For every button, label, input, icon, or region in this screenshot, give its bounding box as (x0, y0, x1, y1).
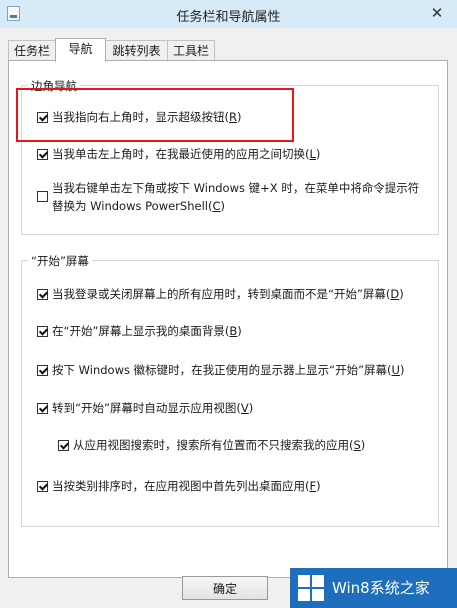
dialog-body: 任务栏 导航 跳转列表 工具栏 边角导航 “开始”屏幕 当我指向右上角时，显示超… (0, 28, 457, 608)
checkbox-search-everywhere[interactable] (58, 440, 69, 451)
checkbox-start-on-current-display[interactable] (37, 365, 48, 376)
tab-taskbar[interactable]: 任务栏 (8, 40, 56, 61)
label-show-apps-view: 转到“开始”屏幕时自动显示应用视图(V) (52, 401, 254, 415)
title-bar: 任务栏和导航属性 ✕ (0, 0, 457, 29)
window-title: 任务栏和导航属性 (176, 10, 281, 25)
watermark-text: Win8系统之家 (332, 579, 430, 597)
tab-navigation[interactable]: 导航 (55, 38, 106, 62)
checkbox-go-to-desktop[interactable] (37, 289, 48, 300)
corner-navigation-legend: 边角导航 (28, 78, 80, 94)
checkbox-list-desktop-apps-first[interactable] (37, 481, 48, 492)
start-screen-legend: “开始”屏幕 (28, 253, 92, 269)
checkbox-charms-top-right[interactable] (37, 112, 48, 123)
label-list-desktop-apps-first: 当按类别排序时，在应用视图中首先列出桌面应用(F) (52, 479, 321, 493)
label-powershell-line1: 当我右键单击左下角或按下 Windows 键+X 时，在菜单中将命令提示符 (52, 181, 420, 195)
label-switch-recent-apps: 当我单击左上角时，在我最近使用的应用之间切换(L) (52, 147, 321, 161)
checkbox-show-apps-view[interactable] (37, 403, 48, 414)
label-charms-top-right: 当我指向右上角时，显示超级按钮(R) (52, 110, 242, 124)
checkbox-powershell-replace[interactable] (37, 191, 48, 202)
close-button[interactable]: ✕ (427, 3, 447, 23)
watermark: Win8系统之家 (290, 568, 457, 608)
checkbox-switch-recent-apps[interactable] (37, 149, 48, 160)
label-go-to-desktop: 当我登录或关闭屏幕上的所有应用时，转到桌面而不是“开始”屏幕(D) (52, 287, 404, 301)
tab-toolbars[interactable]: 工具栏 (167, 40, 215, 61)
ok-button[interactable]: 确定 (182, 576, 268, 600)
label-start-on-current-display: 按下 Windows 徽标键时，在我正使用的显示器上显示“开始”屏幕(U) (52, 363, 405, 377)
label-desktop-background: 在“开始”屏幕上显示我的桌面背景(B) (52, 324, 242, 338)
label-powershell-line2: 替换为 Windows PowerShell(C) (52, 199, 225, 213)
label-search-everywhere: 从应用视图搜索时，搜索所有位置而不只搜索我的应用(S) (73, 438, 366, 452)
navigation-panel: 边角导航 “开始”屏幕 (8, 60, 448, 578)
checkbox-desktop-background[interactable] (37, 326, 48, 337)
tab-jump-lists[interactable]: 跳转列表 (105, 40, 168, 61)
windows-logo-icon (298, 575, 324, 601)
